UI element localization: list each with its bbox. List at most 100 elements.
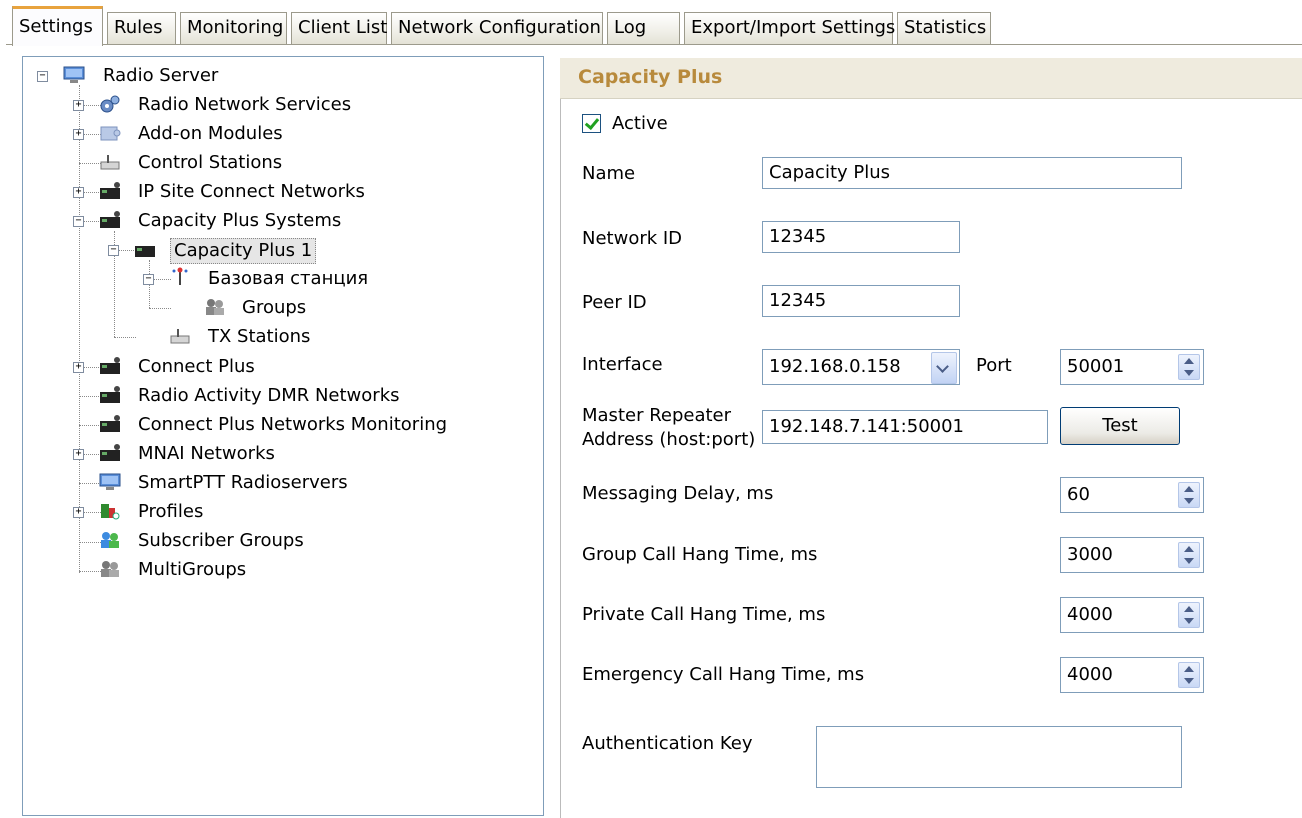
tree-label: Subscriber Groups — [138, 530, 304, 551]
tree-label: Radio Server — [103, 65, 219, 86]
tree-label: SmartPTT Radioservers — [138, 472, 348, 493]
tree-item-radio-network-services[interactable]: + Radio Network Services — [23, 92, 543, 118]
panel-title: Capacity Plus — [578, 66, 723, 88]
tree-label: MNAI Networks — [138, 443, 275, 464]
control-station-icon — [100, 155, 120, 170]
messaging-delay-stepper[interactable]: 60 — [1060, 477, 1204, 513]
tree-item-multigroups[interactable]: MultiGroups — [23, 557, 543, 583]
network-icon — [100, 415, 120, 432]
tree-item-addon-modules[interactable]: + Add-on Modules — [23, 121, 543, 147]
messaging-delay-value: 60 — [1067, 484, 1090, 505]
tree-item-subscriber-groups[interactable]: Subscriber Groups — [23, 528, 543, 554]
authentication-key-label: Authentication Key — [582, 733, 753, 754]
expand-icon[interactable]: + — [73, 100, 84, 111]
tree-item-groups[interactable]: Groups — [23, 295, 543, 321]
emergency-call-hang-time-value: 4000 — [1067, 664, 1113, 685]
tree-item-ip-site-connect[interactable]: + IP Site Connect Networks — [23, 179, 543, 205]
server-icon — [63, 66, 85, 83]
tree-item-connect-plus[interactable]: + Connect Plus — [23, 354, 543, 380]
peer-id-field[interactable]: 12345 — [762, 285, 960, 317]
interface-select[interactable]: 192.168.0.158 — [762, 349, 960, 385]
master-repeater-label: Master Repeater — [582, 405, 732, 426]
server-icon — [99, 473, 121, 490]
collapse-icon[interactable]: − — [108, 245, 119, 256]
name-field[interactable]: Capacity Plus — [762, 157, 1182, 189]
group-call-hang-time-label: Group Call Hang Time, ms — [582, 544, 818, 565]
tab-rules[interactable]: Rules — [107, 12, 176, 44]
tab-log[interactable]: Log — [607, 12, 680, 44]
expand-icon[interactable]: + — [73, 507, 84, 518]
chevron-down-icon[interactable] — [931, 352, 957, 384]
network-icon — [100, 211, 120, 228]
tab-monitoring[interactable]: Monitoring — [180, 12, 287, 44]
spin-arrows-icon[interactable] — [1178, 354, 1200, 380]
expand-icon[interactable]: + — [73, 362, 84, 373]
authentication-key-field[interactable] — [816, 726, 1182, 788]
spin-arrows-icon[interactable] — [1178, 602, 1200, 628]
tree-label: Add-on Modules — [138, 123, 283, 144]
tree-item-connect-plus-monitoring[interactable]: Connect Plus Networks Monitoring — [23, 412, 543, 438]
tab-settings[interactable]: Settings — [12, 6, 103, 46]
antenna-icon — [172, 267, 188, 285]
network-icon — [100, 357, 120, 374]
port-label: Port — [976, 355, 1012, 376]
tree-item-capacity-plus-1[interactable]: − Capacity Plus 1 — [23, 237, 543, 264]
expand-icon[interactable]: + — [73, 449, 84, 460]
tree-item-profiles[interactable]: + Profiles — [23, 499, 543, 525]
tree-label: Profiles — [138, 501, 204, 522]
tree-label: MultiGroups — [138, 559, 247, 580]
interface-label: Interface — [582, 354, 663, 375]
spin-arrows-icon[interactable] — [1178, 662, 1200, 688]
test-button[interactable]: Test — [1060, 407, 1180, 445]
private-call-hang-time-label: Private Call Hang Time, ms — [582, 604, 826, 625]
spin-arrows-icon[interactable] — [1178, 482, 1200, 508]
tree-item-capacity-plus-systems[interactable]: − Capacity Plus Systems — [23, 208, 543, 234]
expand-icon[interactable]: + — [73, 129, 84, 140]
tree-item-base-station[interactable]: − Базовая станция — [23, 266, 543, 292]
collapse-icon[interactable]: − — [143, 274, 154, 285]
port-stepper[interactable]: 50001 — [1060, 349, 1204, 385]
name-label: Name — [582, 163, 636, 184]
tree-label: Groups — [242, 297, 307, 318]
messaging-delay-label: Messaging Delay, ms — [582, 483, 774, 504]
group-call-hang-time-value: 3000 — [1067, 544, 1113, 565]
network-icon — [100, 386, 120, 403]
tree-label: IP Site Connect Networks — [138, 181, 365, 202]
tree-label: Radio Activity DMR Networks — [138, 385, 400, 406]
active-checkbox[interactable] — [582, 114, 601, 133]
tree-item-smartptt-radioservers[interactable]: SmartPTT Radioservers — [23, 470, 543, 496]
tab-strip: Settings Rules Monitoring Client List Ne… — [0, 0, 1302, 46]
active-label[interactable]: Active — [612, 113, 668, 135]
subscriber-group-icon — [101, 532, 119, 548]
tab-export-import-settings[interactable]: Export/Import Settings — [684, 12, 895, 44]
network-icon — [100, 182, 120, 199]
profiles-icon — [101, 504, 120, 520]
collapse-icon[interactable]: − — [37, 71, 48, 82]
emergency-call-hang-time-stepper[interactable]: 4000 — [1060, 657, 1204, 693]
tree-label: Connect Plus — [138, 356, 255, 377]
tab-network-configuration[interactable]: Network Configuration — [391, 12, 603, 44]
emergency-call-hang-time-label: Emergency Call Hang Time, ms — [582, 664, 865, 685]
private-call-hang-time-value: 4000 — [1067, 604, 1113, 625]
master-repeater-address-field[interactable]: 192.148.7.141:50001 — [762, 410, 1048, 444]
tx-station-icon — [170, 329, 190, 344]
master-repeater-label-2: Address (host:port) — [582, 429, 756, 450]
tree-item-radio-server[interactable]: − Radio Server — [23, 63, 543, 89]
tree-item-control-stations[interactable]: Control Stations — [23, 150, 543, 176]
tree-item-radio-activity[interactable]: Radio Activity DMR Networks — [23, 383, 543, 409]
tab-statistics[interactable]: Statistics — [897, 12, 991, 44]
network-id-field[interactable]: 12345 — [762, 221, 960, 253]
tree-pane[interactable]: − Radio Server + Radio Network Services … — [22, 56, 544, 816]
expand-icon[interactable]: + — [73, 187, 84, 198]
spin-arrows-icon[interactable] — [1178, 542, 1200, 568]
tab-client-list[interactable]: Client List — [291, 12, 387, 44]
interface-value: 192.168.0.158 — [769, 356, 901, 377]
collapse-icon[interactable]: − — [73, 216, 84, 227]
properties-panel: Capacity Plus Active Name Capacity Plus … — [560, 58, 1302, 818]
network-icon — [135, 246, 155, 257]
tree-label: Базовая станция — [208, 268, 369, 289]
tree-item-mnai-networks[interactable]: + MNAI Networks — [23, 441, 543, 467]
private-call-hang-time-stepper[interactable]: 4000 — [1060, 597, 1204, 633]
group-call-hang-time-stepper[interactable]: 3000 — [1060, 537, 1204, 573]
tree-item-tx-stations[interactable]: TX Stations — [23, 324, 543, 350]
